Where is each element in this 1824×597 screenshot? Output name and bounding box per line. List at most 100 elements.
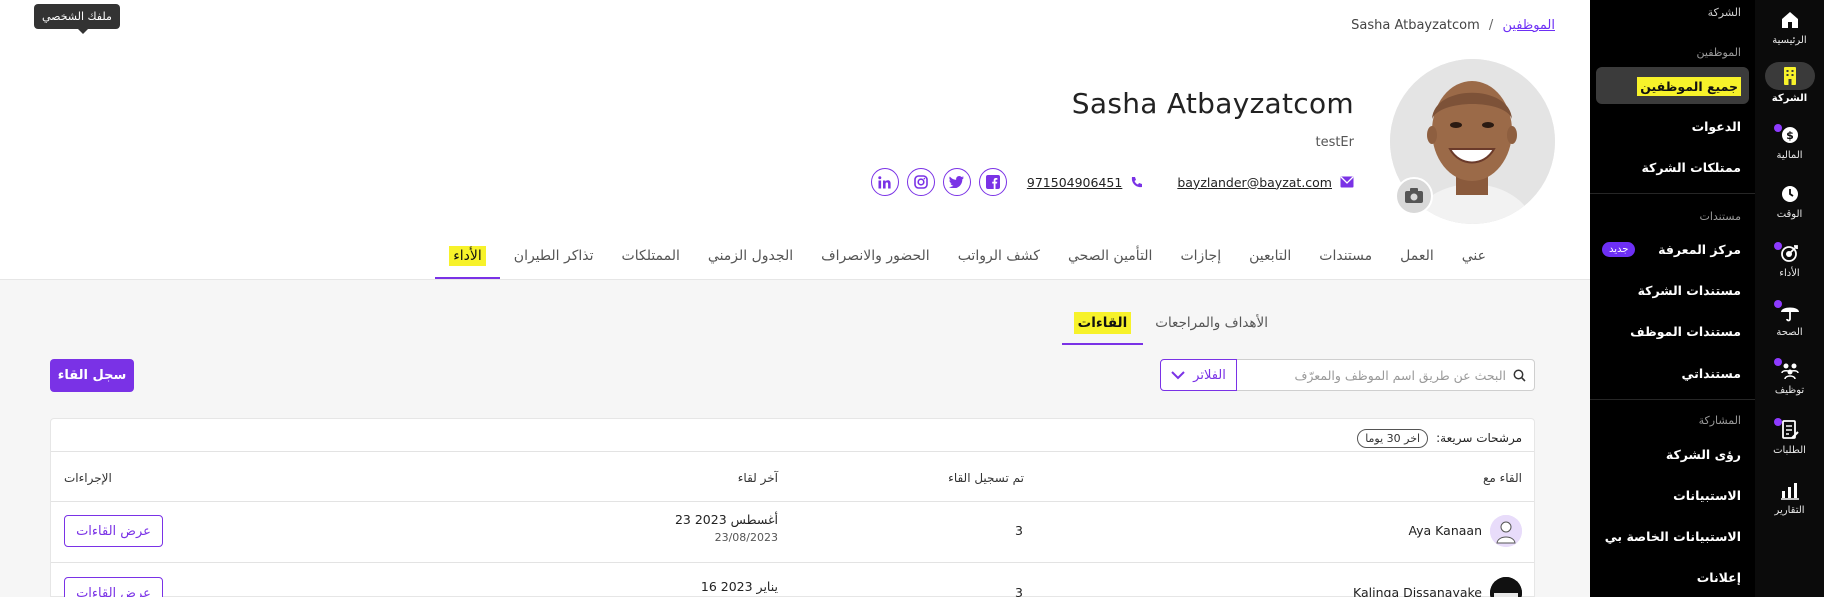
tab-label: إجازات xyxy=(1180,248,1222,264)
nav-company[interactable]: الشركة xyxy=(1755,62,1824,104)
nav-label: التقارير xyxy=(1774,505,1805,516)
tab-about[interactable]: عني xyxy=(1448,238,1506,280)
filters-label: الفلاتر xyxy=(1193,367,1226,383)
search-input[interactable] xyxy=(1237,360,1534,390)
tab-air-tickets[interactable]: تذاكر الطيران xyxy=(500,238,608,280)
phone-icon xyxy=(1132,176,1143,187)
avatar-photo-icon xyxy=(1490,577,1522,597)
profile-tabs: عني العمل مستندات التابعين إجازات التأمي… xyxy=(435,238,1506,280)
tab-label: تذاكر الطيران xyxy=(513,248,594,264)
subnav-section-employees: الموظفين xyxy=(1696,46,1741,59)
notification-dot xyxy=(1774,358,1782,366)
subnav-divider xyxy=(1590,399,1755,400)
subnav-item-invitations[interactable]: الدعوات xyxy=(1692,119,1741,134)
notification-dot xyxy=(1774,418,1782,426)
linkedin-button[interactable] xyxy=(870,168,899,196)
main-content: ملفك الشخصي الموظفين / Sasha Atbayzatcom xyxy=(0,0,1590,597)
subnav-item-surveys[interactable]: الاستبيانات xyxy=(1673,488,1741,503)
tab-work[interactable]: العمل xyxy=(1386,238,1448,280)
building-icon xyxy=(1783,67,1796,85)
nav-health[interactable]: الصحة xyxy=(1755,300,1824,338)
table-divider xyxy=(51,562,1534,563)
nav-label: الأداء xyxy=(1779,268,1800,279)
nav-label: الرئيسية xyxy=(1772,35,1807,46)
subnav-item-knowledge-center[interactable]: مركز المعرفة xyxy=(1658,242,1741,257)
column-header-actions: الإجراءات xyxy=(64,471,112,485)
view-meetings-button[interactable]: عرض القاءات xyxy=(64,577,163,597)
breadcrumb: الموظفين / Sasha Atbayzatcom xyxy=(1351,18,1555,33)
twitter-button[interactable] xyxy=(942,168,971,196)
tab-performance[interactable]: الأداء xyxy=(435,238,500,280)
tab-label: الأداء xyxy=(449,246,486,266)
subnav-section-engagement: المشاركة xyxy=(1698,414,1741,427)
subnav-item-company-documents[interactable]: مستندات الشركة xyxy=(1638,283,1741,298)
tab-health-insurance[interactable]: التأمين الصحي xyxy=(1054,238,1166,280)
change-photo-button[interactable] xyxy=(1395,177,1433,215)
home-icon xyxy=(1781,12,1798,28)
tab-label: الممتلكات xyxy=(621,248,680,264)
nav-recruitment[interactable]: توظيف xyxy=(1755,358,1824,396)
row-last-date-numeric: 23/08/2023 xyxy=(714,531,778,544)
nav-requests[interactable]: الطلبات xyxy=(1755,418,1824,456)
subtab-label: القاءات xyxy=(1073,312,1132,334)
tab-label: الحضور والانصراف xyxy=(821,248,930,264)
log-meeting-button[interactable]: سجل القاء xyxy=(50,359,134,392)
subnav-item-my-surveys[interactable]: الاستبيانات الخاصة بي xyxy=(1605,529,1741,544)
view-meetings-button[interactable]: عرض القاءات xyxy=(64,515,163,547)
linkedin-icon xyxy=(878,175,891,188)
last-30-days-chip[interactable]: اخر 30 يوما xyxy=(1357,428,1429,448)
tab-payslips[interactable]: كشف الرواتب xyxy=(944,238,1054,280)
filters-dropdown[interactable]: الفلاتر xyxy=(1160,359,1237,391)
tab-timesheet[interactable]: الجدول الزمني xyxy=(694,238,807,280)
row-count: 3 xyxy=(1015,585,1023,597)
chevron-down-icon xyxy=(1171,370,1185,379)
nav-time[interactable]: الوقت xyxy=(1755,182,1824,220)
column-header-with: القاء مع xyxy=(1483,471,1522,485)
nav-active-pill xyxy=(1764,62,1815,90)
subnav-item-label: جميع الموظفين xyxy=(1637,77,1741,96)
subnav-company-title: الشركة xyxy=(1707,6,1741,19)
email-icon xyxy=(1340,176,1354,188)
subnav-item-announcements[interactable]: إعلانات xyxy=(1697,570,1741,585)
avatar xyxy=(1490,577,1522,597)
tab-assets[interactable]: الممتلكات xyxy=(608,238,694,280)
subnav-item-all-employees[interactable]: جميع الموظفين xyxy=(1637,77,1741,96)
breadcrumb-current: Sasha Atbayzatcom xyxy=(1351,18,1480,33)
nav-home[interactable]: الرئيسية xyxy=(1755,8,1824,46)
row-last-date: 16 يناير 2023 xyxy=(700,579,778,594)
email-link[interactable]: bayzlander@bayzat.com xyxy=(1177,175,1332,190)
subtab-goals-reviews[interactable]: الأهداف والمراجعات xyxy=(1143,307,1280,345)
tab-leaves[interactable]: إجازات xyxy=(1166,238,1235,280)
nav-reports[interactable]: التقارير xyxy=(1755,478,1824,516)
phone-link[interactable]: 971504906451 xyxy=(1027,175,1122,190)
table-divider xyxy=(51,451,1534,452)
subnav-item-company-insights[interactable]: رؤى الشركة xyxy=(1666,447,1741,462)
tab-dependents[interactable]: التابعين xyxy=(1235,238,1305,280)
camera-icon xyxy=(1405,188,1423,203)
nav-finance[interactable]: $ المالية xyxy=(1755,123,1824,161)
company-subnav: الشركة الموظفين جميع الموظفين الدعوات مم… xyxy=(1590,0,1755,597)
profile-tooltip: ملفك الشخصي xyxy=(34,4,120,34)
tab-documents[interactable]: مستندات xyxy=(1305,238,1386,280)
subnav-section-documents: مستندات xyxy=(1699,210,1741,223)
row-count: 3 xyxy=(1015,523,1023,538)
tab-attendance[interactable]: الحضور والانصراف xyxy=(807,238,944,280)
subtab-meetings[interactable]: القاءات xyxy=(1061,307,1144,345)
new-badge: جديد xyxy=(1602,242,1636,257)
nav-performance[interactable]: الأداء xyxy=(1755,241,1824,279)
tab-label: كشف الرواتب xyxy=(957,248,1040,264)
facebook-button[interactable] xyxy=(978,168,1007,196)
subnav-item-my-documents[interactable]: مستنداتي xyxy=(1681,366,1741,381)
nav-label: الوقت xyxy=(1776,209,1803,220)
row-name: Kalinga Dissanayake xyxy=(1353,585,1482,597)
subnav-item-employee-documents[interactable]: مستندات الموظف xyxy=(1630,324,1741,339)
column-header-last-meeting: آخر لقاء xyxy=(737,471,778,485)
instagram-button[interactable] xyxy=(906,168,935,196)
breadcrumb-employees-link[interactable]: الموظفين xyxy=(1502,18,1555,33)
quick-filters: مرشحات سريعة: اخر 30 يوما xyxy=(1357,427,1522,449)
notification-dot xyxy=(1774,242,1782,250)
subnav-item-company-assets[interactable]: ممتلكات الشركة xyxy=(1641,160,1741,175)
quick-filters-label: مرشحات سريعة: xyxy=(1436,431,1522,445)
chart-icon xyxy=(1780,483,1799,500)
tab-label: العمل xyxy=(1400,248,1434,264)
